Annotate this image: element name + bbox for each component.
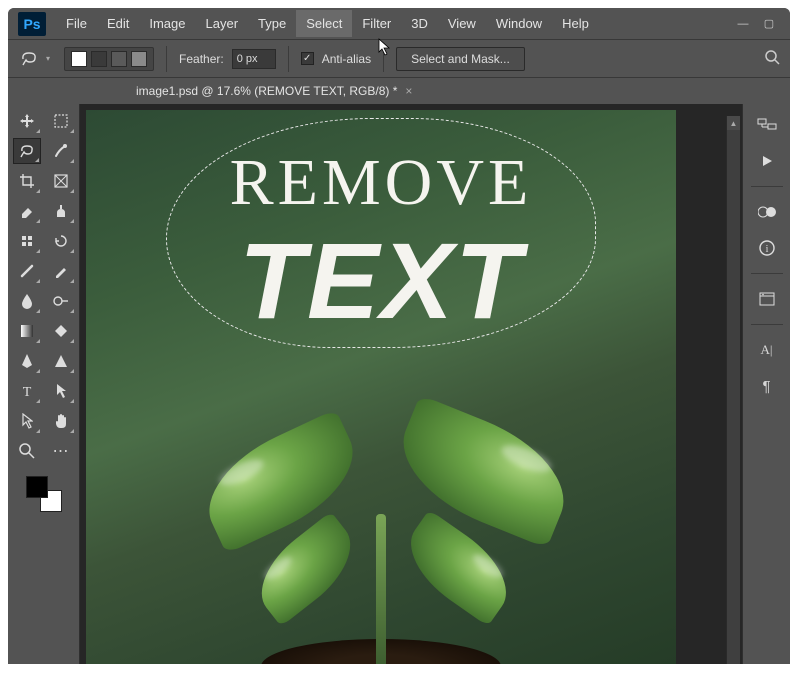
canvas-text-remove: REMOVE (86, 145, 676, 221)
document-canvas[interactable]: REMOVE TEXT (86, 110, 676, 664)
blur-tool[interactable] (13, 288, 41, 314)
history-brush-tool[interactable] (47, 228, 75, 254)
healing-brush-tool[interactable] (47, 138, 75, 164)
properties-panel-icon[interactable] (755, 288, 779, 310)
color-swatches[interactable] (26, 476, 62, 512)
dodge-tool[interactable] (47, 288, 75, 314)
history-panel-icon[interactable] (755, 114, 779, 136)
zoom-tool[interactable] (13, 438, 41, 464)
brush-tool[interactable] (13, 258, 41, 284)
divider (166, 46, 167, 72)
gradient-tool[interactable] (13, 318, 41, 344)
vertical-scrollbar[interactable]: ▲ (726, 116, 740, 664)
divider (751, 186, 783, 187)
play-panel-icon[interactable] (755, 150, 779, 172)
scroll-up-icon[interactable]: ▲ (727, 116, 740, 130)
selection-mode-group (64, 47, 154, 71)
minimize-button[interactable]: — (732, 15, 754, 33)
close-icon[interactable]: × (405, 84, 412, 98)
maximize-button[interactable]: ▢ (758, 15, 780, 33)
crop-tool[interactable] (13, 168, 41, 194)
pen-tool[interactable] (13, 348, 41, 374)
menu-type[interactable]: Type (248, 10, 296, 37)
right-panel-dock: i A| ¶ (742, 104, 790, 664)
character-panel-icon[interactable]: A| (755, 339, 779, 361)
menu-edit[interactable]: Edit (97, 10, 139, 37)
menu-layer[interactable]: Layer (196, 10, 249, 37)
new-selection-button[interactable] (71, 51, 87, 67)
window-controls: — ▢ (732, 15, 786, 33)
plant-graphic (171, 374, 591, 664)
paint-bucket-tool[interactable] (47, 318, 75, 344)
subtract-from-selection-button[interactable] (111, 51, 127, 67)
adjustments-panel-icon[interactable] (755, 201, 779, 223)
chevron-down-icon[interactable]: ▾ (46, 54, 50, 63)
foreground-color-swatch[interactable] (26, 476, 48, 498)
menu-window[interactable]: Window (486, 10, 552, 37)
menu-filter[interactable]: Filter (352, 10, 401, 37)
document-tab-title: image1.psd @ 17.6% (REMOVE TEXT, RGB/8) … (136, 84, 397, 98)
lasso-tool[interactable] (13, 138, 41, 164)
move-tool[interactable] (13, 108, 41, 134)
pattern-stamp-tool[interactable] (13, 228, 41, 254)
pencil-tool[interactable] (47, 258, 75, 284)
marquee-tool[interactable] (47, 108, 75, 134)
main-area: T ⋯ REMOVE TEXT (8, 104, 790, 664)
document-tab-bar: image1.psd @ 17.6% (REMOVE TEXT, RGB/8) … (8, 78, 790, 104)
svg-text:T: T (22, 385, 31, 398)
edit-toolbar-tool[interactable]: ⋯ (47, 438, 75, 464)
app-logo: Ps (18, 12, 46, 36)
svg-text:i: i (765, 244, 768, 255)
type-tool[interactable]: T (13, 378, 41, 404)
search-icon[interactable] (764, 49, 780, 68)
menu-bar: Ps File Edit Image Layer Type Select Fil… (8, 8, 790, 40)
lasso-tool-preset-icon[interactable] (18, 48, 40, 70)
photoshop-window: Ps File Edit Image Layer Type Select Fil… (8, 8, 790, 664)
divider (288, 46, 289, 72)
path-selection-tool[interactable] (47, 378, 75, 404)
document-tab[interactable]: image1.psd @ 17.6% (REMOVE TEXT, RGB/8) … (128, 80, 420, 102)
intersect-selection-button[interactable] (131, 51, 147, 67)
eraser-tool[interactable] (13, 198, 41, 224)
add-to-selection-button[interactable] (91, 51, 107, 67)
divider (751, 324, 783, 325)
menu-3d[interactable]: 3D (401, 10, 438, 37)
menu-view[interactable]: View (438, 10, 486, 37)
feather-label: Feather: (179, 52, 224, 66)
anti-alias-checkbox[interactable]: ✓ (301, 52, 314, 65)
paragraph-panel-icon[interactable]: ¶ (755, 375, 779, 397)
anti-alias-label: Anti-alias (322, 52, 371, 66)
direct-selection-tool[interactable] (13, 408, 41, 434)
menu-image[interactable]: Image (139, 10, 195, 37)
info-panel-icon[interactable]: i (755, 237, 779, 259)
options-bar: ▾ Feather: 0 px ✓ Anti-alias Select and … (8, 40, 790, 78)
tools-panel: T ⋯ (8, 104, 80, 664)
shape-tool[interactable] (47, 348, 75, 374)
divider (751, 273, 783, 274)
menu-file[interactable]: File (56, 10, 97, 37)
canvas-area: REMOVE TEXT (80, 104, 742, 664)
frame-tool[interactable] (47, 168, 75, 194)
cursor-icon (378, 38, 392, 56)
clone-stamp-tool[interactable] (47, 198, 75, 224)
canvas-text-text: TEXT (86, 218, 676, 343)
select-and-mask-button[interactable]: Select and Mask... (396, 47, 525, 71)
menu-help[interactable]: Help (552, 10, 599, 37)
feather-input[interactable]: 0 px (232, 49, 276, 69)
menu-select[interactable]: Select (296, 10, 352, 37)
hand-tool[interactable] (47, 408, 75, 434)
